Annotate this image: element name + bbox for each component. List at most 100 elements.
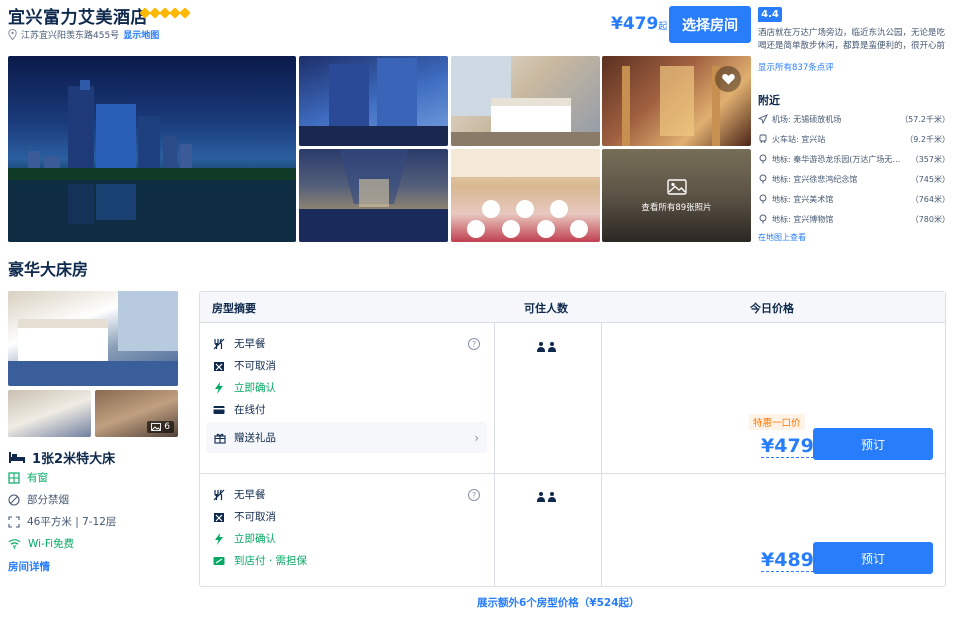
bed-type: 1张2米特大床 [32,452,116,467]
all-photos-label: 查看所有89张照片 [641,202,712,213]
location-pin-icon [8,29,17,40]
policy-label: 无早餐 [234,489,266,501]
rate-table: 房型摘要 可住人数 今日价格 无早餐 不可取消 立即确认 在线付 ? 赠送礼品 … [199,291,946,587]
photo-count-badge[interactable]: 6 [147,421,174,433]
nearby-item-distance: （745米） [910,174,950,184]
ballroom-photo[interactable] [451,149,600,242]
meeting-room-photo[interactable]: 查看所有89张照片 [602,149,751,242]
pool-photo[interactable] [299,149,448,242]
gift-label: 赠送礼品 [234,432,276,444]
pin-icon [758,214,768,224]
photo-count: 6 [164,422,170,432]
bed-info: 1张2米特大床 [8,448,115,467]
heart-icon [721,74,735,85]
policy-breakfast: 无早餐 [213,487,266,502]
gift-row[interactable]: 赠送礼品 › [206,422,487,453]
plane-icon [758,114,768,124]
book-button[interactable]: 预订 [813,542,933,574]
policy-payment: 到店付 · 需担保 [213,553,307,568]
col-today-price: 今日价格 [750,302,794,315]
all-reviews-link[interactable]: 显示所有837条点评 [758,61,834,73]
nearby-list: 机场: 无锡硕放机场 （57.2千米） 火车站: 宜兴站 （9.2千米） 地标:… [758,109,950,229]
room-feature-window: 有窗 [8,470,48,485]
help-icon[interactable]: ? [468,338,480,350]
room-feature-label: 有窗 [27,472,48,484]
show-more-rooms-link[interactable]: 展示额外6个房型价格（¥524起） [477,595,640,610]
nearby-item: 地标: 宜兴徐悲鸿纪念馆 （745米） [758,169,950,189]
lightning-icon [215,532,223,545]
favorite-button[interactable] [715,66,741,92]
nearby-item-label: 火车站: 宜兴站 [772,134,826,144]
person-icon [548,492,556,502]
divider [494,323,495,586]
select-room-button[interactable]: 选择房间 [669,6,751,43]
divider [200,473,945,474]
room-price: ¥479 [761,435,814,458]
area-icon [8,515,20,528]
nearby-item-label: 地标: 宜兴博物馆 [772,214,834,224]
no-breakfast-icon [213,489,225,500]
nearby-item: 地标: 宜兴美术馆 （764米） [758,189,950,209]
nearby-item-distance: （780米） [910,214,950,224]
divider [601,323,602,586]
nearby-item-label: 机场: 无锡硕放机场 [772,114,842,124]
policy-confirm: 立即确认 [213,380,276,395]
all-photos-overlay[interactable]: 查看所有89张照片 [602,149,751,242]
room-thumb-photo[interactable] [8,390,91,437]
no-smoking-icon [8,493,20,506]
policy-label: 不可取消 [234,360,276,372]
tower-night-photo[interactable] [299,56,448,146]
policy-label: 无早餐 [234,338,266,350]
image-icon [666,178,687,195]
room-feature-label: 46平方米 | 7-12层 [27,516,117,528]
nearby-item: 火车站: 宜兴站 （9.2千米） [758,129,950,149]
nearby-item: 地标: 宜兴博物馆 （780米） [758,209,950,229]
pin-icon [758,174,768,184]
policy-label: 立即确认 [234,382,276,394]
room-price: ¥489 [761,549,814,572]
no-cancel-icon [214,512,224,522]
hotel-name: 宜兴富力艾美酒店 [8,8,148,28]
pin-icon [758,154,768,164]
guest-count [537,492,556,502]
room-feature-label: 部分禁烟 [27,494,69,506]
address-row: 江苏宜兴阳羡东路455号 显示地图 [8,28,159,41]
nearby-item-distance: （57.2千米） [900,114,950,124]
hotel-exterior-photo[interactable] [8,56,296,242]
promo-tag: 特惠一口价 [749,414,805,430]
nearby-title: 附近 [758,94,780,107]
policy-payment: 在线付 [213,402,266,417]
show-map-link[interactable]: 显示地图 [123,28,159,41]
room-thumb-photo[interactable]: 6 [95,390,178,437]
window-icon [8,471,20,484]
bed-icon [9,452,25,463]
help-icon[interactable]: ? [468,489,480,501]
view-on-map-link[interactable]: 在地图上查看 [758,232,806,243]
policy-confirm: 立即确认 [213,531,276,546]
col-room-summary: 房型摘要 [212,302,256,315]
wifi-icon [8,539,21,549]
room-details-link[interactable]: 房间详情 [8,559,50,574]
card-icon [213,405,225,414]
room-feature-smoking: 部分禁烟 [8,492,69,507]
nearby-item-distance: （764米） [910,194,950,204]
book-button[interactable]: 预订 [813,428,933,460]
nearby-item-label: 地标: 宜兴徐悲鸿纪念馆 [772,174,858,184]
policy-label: 在线付 [234,404,266,416]
policy-label: 到店付 · 需担保 [234,555,308,567]
pay-at-hotel-icon [213,556,225,565]
room-main-photo[interactable] [8,291,178,386]
policy-label: 立即确认 [234,533,276,545]
diamond-icon [179,7,191,19]
price-from-value: ¥479 [611,14,659,34]
policy-breakfast: 无早餐 [213,336,266,351]
lightning-icon [215,381,223,394]
nearby-item-distance: （9.2千米） [905,134,950,144]
lobby-photo[interactable] [602,56,751,146]
person-icon [537,342,545,352]
no-cancel-icon [214,361,224,371]
review-snippet: 酒店就在万达广场旁边，临近东氿公园，无论是吃喝还是简单散步休闲，都算是蛮便利的，… [758,28,946,51]
col-max-guests: 可住人数 [524,302,568,315]
guest-room-photo[interactable] [451,56,600,146]
no-breakfast-icon [213,338,225,349]
